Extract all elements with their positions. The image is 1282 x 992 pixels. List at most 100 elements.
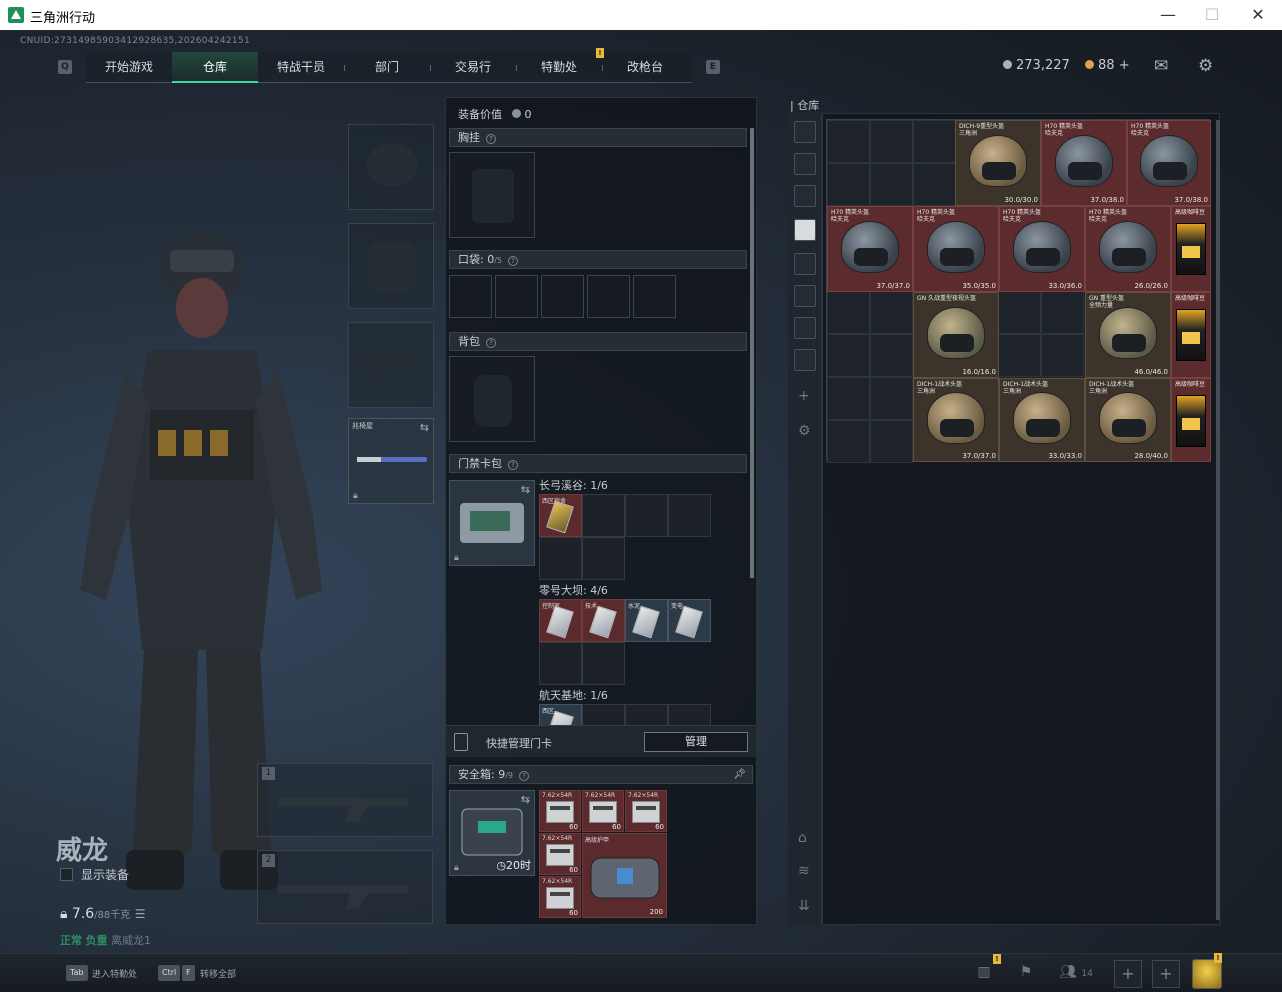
ammo-box-item[interactable]: 7.62×54R 60	[539, 833, 581, 875]
gold-currency[interactable]: 88 +	[1085, 58, 1130, 73]
safe-box-slot[interactable]: ⇆ 🔒︎ ◷20时	[449, 790, 535, 876]
storage-item[interactable]: 高级咖啡豆	[1171, 292, 1211, 378]
close-button[interactable]: ✕	[1248, 5, 1268, 25]
pocket-slot[interactable]	[587, 275, 630, 318]
keycard-item[interactable]: 西区	[539, 704, 582, 725]
storage-page-3[interactable]	[794, 219, 816, 241]
f-key[interactable]: F	[182, 965, 195, 981]
enter-special-ops-hint[interactable]: 进入特勤处	[92, 967, 137, 980]
tab-departments[interactable]: 部门	[344, 52, 430, 83]
pocket-slot[interactable]	[495, 275, 538, 318]
storage-item[interactable]: GN 久战重型夜视头盔 16.0/16.0	[913, 292, 999, 378]
storage-page-7[interactable]	[794, 349, 816, 371]
pocket-slot[interactable]	[449, 275, 492, 318]
ammo-box-item[interactable]: 7.62×54R 60	[582, 790, 624, 832]
tab-key[interactable]: Tab	[66, 965, 88, 981]
helmet-slot[interactable]	[348, 124, 434, 210]
storage-item[interactable]: DICH-1战术头盔 三角洲 37.0/37.0	[913, 378, 999, 462]
keycard-cell[interactable]	[625, 704, 668, 725]
keycard-item[interactable]: 西区宿舍	[539, 494, 582, 537]
tidy-icon[interactable]: ⇊	[798, 898, 810, 914]
tab-start-game[interactable]: 开始游戏	[86, 52, 172, 83]
invite-slot-button[interactable]: +	[1114, 960, 1142, 988]
help-icon[interactable]: ?	[486, 134, 496, 144]
storage-item[interactable]: DICH-1战术头盔 三角洲 28.0/40.0	[1085, 378, 1171, 462]
storage-page-4[interactable]	[794, 253, 816, 275]
ammo-box-item[interactable]: 7.62×54R 60	[539, 876, 581, 918]
transfer-all-hint[interactable]: 转移全部	[200, 967, 236, 980]
armor-pack-item[interactable]: 高级护甲 200	[582, 833, 667, 918]
keycard-cell[interactable]	[625, 494, 668, 537]
storage-item[interactable]: GN 重型头盔 全频力量 46.0/46.0	[1085, 292, 1171, 378]
minimize-button[interactable]: —	[1158, 5, 1178, 25]
help-icon[interactable]: ?	[508, 256, 519, 266]
list-icon[interactable]: ☰	[135, 907, 146, 921]
secondary-weapon-slot[interactable]: 2	[257, 850, 433, 924]
keycard-item[interactable]: 水泥	[625, 599, 668, 642]
keycard-case-slot[interactable]: ⇆ 🔒︎	[449, 480, 535, 566]
storage-page-2[interactable]	[794, 185, 816, 207]
keycard-cell[interactable]	[582, 537, 625, 580]
help-icon[interactable]: ?	[508, 460, 518, 470]
storage-item[interactable]: H70 精英头盔 哈夫克 35.0/35.0	[913, 206, 999, 292]
avatar[interactable]	[1192, 959, 1222, 989]
tab-operators[interactable]: 特战干员	[258, 52, 344, 83]
sort-icon[interactable]: ⌂	[798, 830, 807, 846]
help-icon[interactable]: ?	[519, 771, 530, 781]
nav-prev-key[interactable]: Q	[58, 60, 72, 74]
storage-item[interactable]: 高级咖啡豆	[1171, 206, 1211, 292]
keycard-cell[interactable]	[668, 494, 711, 537]
ctrl-key[interactable]: Ctrl	[158, 965, 181, 981]
primary-weapon-slot[interactable]: 1	[257, 763, 433, 837]
chest-rig-slot[interactable]	[449, 152, 535, 238]
storage-item[interactable]: H70 精英头盔 哈夫克 37.0/38.0	[1127, 120, 1211, 206]
storage-page-6[interactable]	[794, 317, 816, 339]
add-page-icon[interactable]: +	[798, 388, 810, 404]
gear-icon[interactable]: ⚙	[1198, 56, 1213, 76]
gold-add-button[interactable]: +	[1119, 58, 1130, 73]
manage-button[interactable]: 管理	[644, 732, 748, 752]
flag-icon[interactable]: ⚑	[1012, 964, 1040, 984]
help-icon[interactable]: ?	[486, 338, 496, 348]
storage-item[interactable]: DICH-1战术头盔 三角洲 33.0/33.0	[999, 378, 1085, 462]
keycard-item[interactable]: 技术	[582, 599, 625, 642]
storage-page-5[interactable]	[794, 285, 816, 307]
storage-item[interactable]: DICH-9重型头盔 三角洲 30.0/30.0	[955, 120, 1041, 206]
keycard-cell[interactable]	[582, 704, 625, 725]
swap-icon[interactable]: ⇆	[521, 483, 530, 496]
keycard-cell[interactable]	[582, 642, 625, 685]
tab-trading[interactable]: 交易行	[430, 52, 516, 83]
keycard-item[interactable]: 控制室	[539, 599, 582, 642]
keycard-item[interactable]: 变电	[668, 599, 711, 642]
storage-filter-all-icon[interactable]	[794, 121, 816, 143]
nav-next-key[interactable]: E	[706, 60, 720, 74]
storage-settings-icon[interactable]: ⚙	[798, 423, 811, 439]
storage-scrollbar[interactable]	[1216, 120, 1220, 920]
storage-item[interactable]: 高级咖啡豆	[1171, 378, 1211, 462]
armor-slot[interactable]	[348, 223, 434, 309]
scrollbar[interactable]	[750, 128, 754, 578]
mail-icon[interactable]: ✉	[1154, 56, 1168, 76]
storage-item[interactable]: H70 精英头盔 哈夫克 26.0/26.0	[1085, 206, 1171, 292]
ammo-box-item[interactable]: 7.62×54R 60	[539, 790, 581, 832]
friends-button[interactable]: 👥︎ 14	[1056, 964, 1096, 984]
show-equipment-checkbox[interactable]	[60, 868, 73, 881]
stats-icon[interactable]: ▥	[970, 964, 998, 984]
show-equipment-toggle[interactable]: 显示装备	[60, 866, 129, 883]
storage-item[interactable]: H70 精英头盔 哈夫克 37.0/38.0	[1041, 120, 1127, 206]
pocket-slot[interactable]	[541, 275, 584, 318]
invite-slot-button[interactable]: +	[1152, 960, 1180, 988]
keycard-cell[interactable]	[668, 704, 711, 725]
swap-icon[interactable]: ⇆	[521, 793, 530, 806]
tab-warehouse[interactable]: 仓库	[172, 52, 258, 83]
keycard-cell[interactable]	[582, 494, 625, 537]
pocket-slot[interactable]	[633, 275, 676, 318]
melee-slot[interactable]: 兆椅屋 ⇆ 🔒︎	[348, 418, 434, 504]
storage-item[interactable]: H70 精英头盔 哈夫克 37.0/37.0	[827, 206, 913, 292]
pistol-slot[interactable]	[348, 322, 434, 408]
backpack-slot[interactable]	[449, 356, 535, 442]
maximize-button[interactable]: ☐	[1202, 5, 1222, 25]
storage-page-1[interactable]	[794, 153, 816, 175]
pin-icon[interactable]: 📌︎	[733, 766, 746, 783]
ammo-box-item[interactable]: 7.62×54R 60	[625, 790, 667, 832]
